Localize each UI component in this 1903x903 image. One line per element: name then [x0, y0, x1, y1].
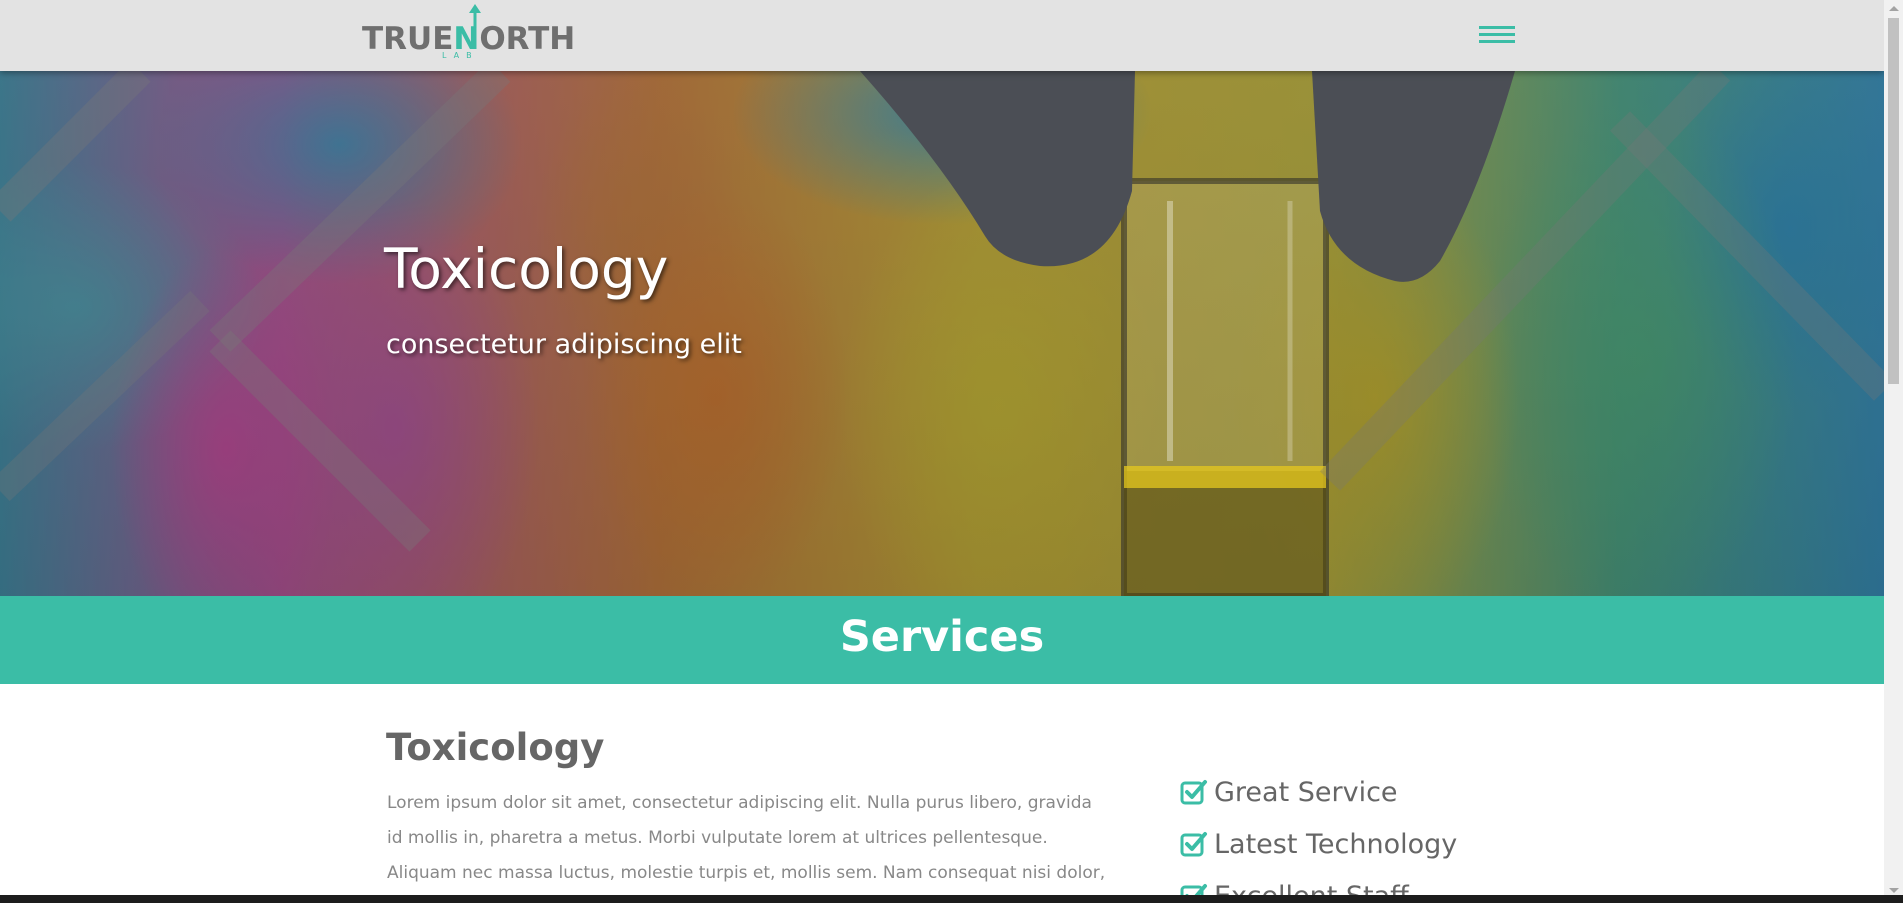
- services-banner: Services: [0, 596, 1884, 684]
- feature-label: Latest Technology: [1214, 828, 1458, 860]
- feature-list: Great Service Latest Technology Excellen…: [1180, 766, 1457, 903]
- vertical-scrollbar[interactable]: [1884, 0, 1903, 903]
- services-title: Services: [839, 612, 1045, 662]
- section-title: Toxicology: [386, 726, 605, 769]
- logo-subtitle: LAB: [442, 51, 479, 60]
- hamburger-menu-icon[interactable]: [1479, 24, 1515, 46]
- hero-title: Toxicology: [384, 237, 669, 301]
- hero-background-image: [0, 71, 1884, 596]
- feature-item-latest-technology: Latest Technology: [1180, 818, 1457, 870]
- page: TRUENORTH LAB Toxicology consectetur adi…: [0, 0, 1884, 903]
- feature-label: Great Service: [1214, 776, 1398, 808]
- site-logo[interactable]: TRUENORTH LAB: [362, 4, 575, 62]
- section-body-text: Lorem ipsum dolor sit amet, consectetur …: [387, 793, 1106, 903]
- hero-subtitle: consectetur adipiscing elit: [386, 329, 742, 360]
- taskbar-edge: [0, 895, 1903, 903]
- scrollbar-thumb[interactable]: [1888, 18, 1899, 384]
- site-header: TRUENORTH LAB: [0, 0, 1884, 71]
- check-square-icon: [1180, 780, 1207, 805]
- hero-banner: Toxicology consectetur adipiscing elit: [0, 71, 1884, 596]
- scroll-up-arrow-icon[interactable]: [1889, 6, 1899, 11]
- scroll-down-arrow-icon[interactable]: [1889, 888, 1899, 893]
- check-square-icon: [1180, 832, 1207, 857]
- feature-item-great-service: Great Service: [1180, 766, 1457, 818]
